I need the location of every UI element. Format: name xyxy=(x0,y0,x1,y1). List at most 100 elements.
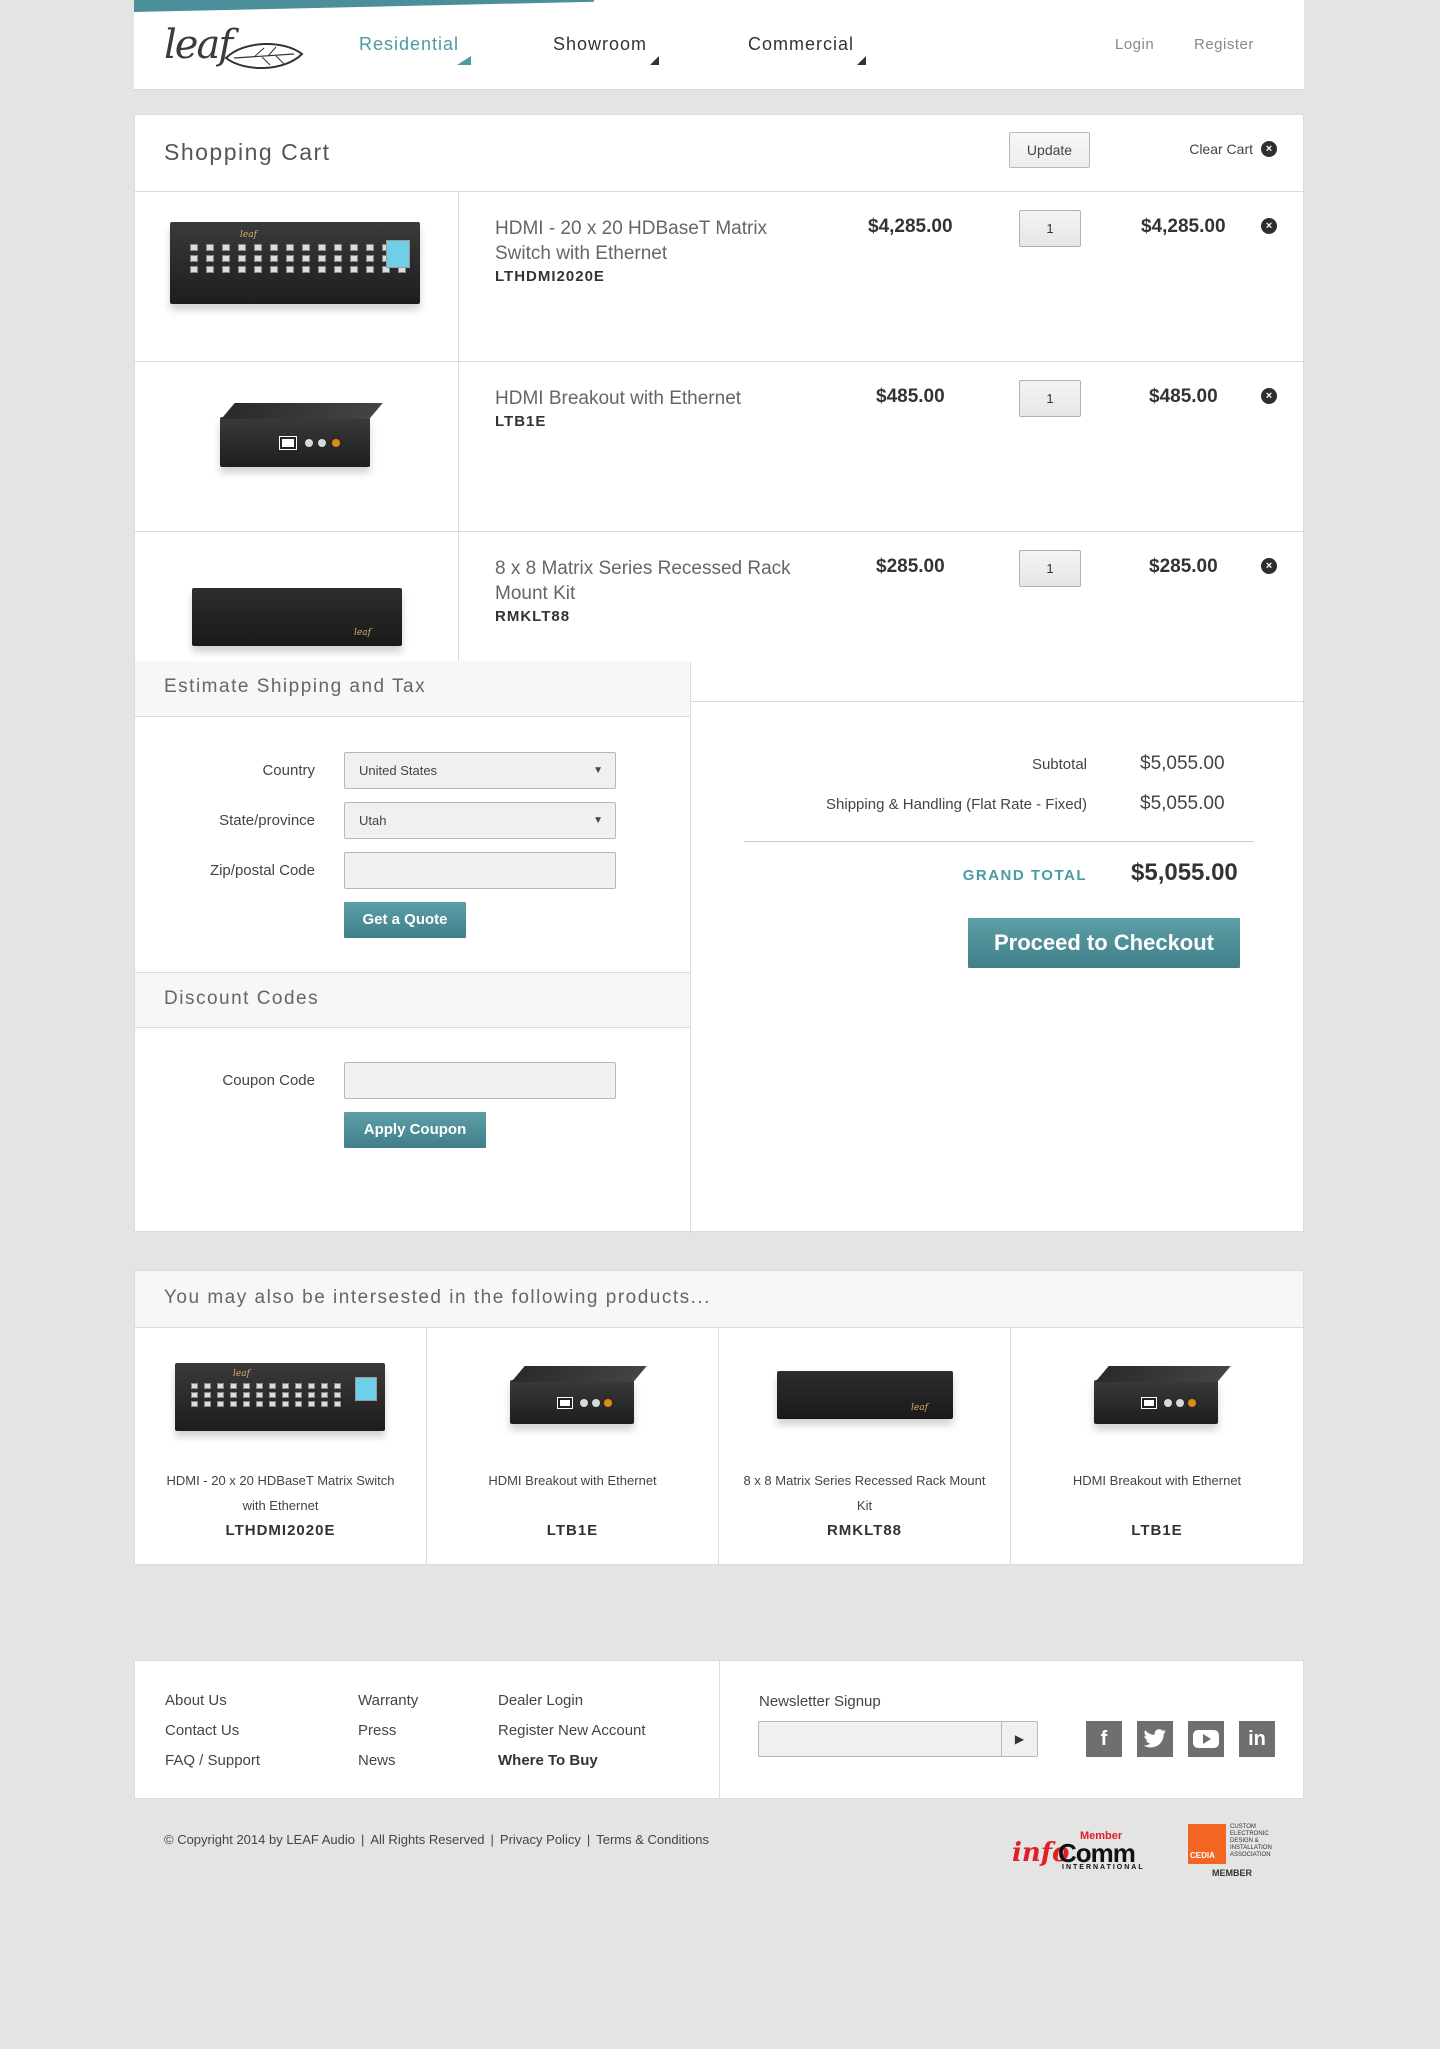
dropdown-arrow-icon: ▼ xyxy=(593,815,603,826)
product-name[interactable]: 8 x 8 Matrix Series Recessed Rack Mount … xyxy=(495,556,805,628)
shipping-label: Shipping & Handling (Flat Rate - Fixed) xyxy=(826,796,1087,813)
remove-item-icon[interactable]: × xyxy=(1261,218,1277,234)
unit-price: $485.00 xyxy=(876,386,945,407)
product-image[interactable]: leaf xyxy=(135,192,459,361)
cart-header: Shopping Cart Update Clear Cart × xyxy=(135,115,1303,192)
register-link[interactable]: Register xyxy=(1194,36,1254,53)
play-arrow-icon: ▶ xyxy=(1014,1732,1025,1746)
related-product-card[interactable]: HDMI Breakout with Ethernet LTB1E xyxy=(1011,1328,1303,1565)
footer-link-news[interactable]: News xyxy=(358,1752,396,1769)
cart-row: leaf HDMI - 20 x 20 HDBaseT Matrix Switc… xyxy=(135,192,1303,362)
footer-link-dealer-login[interactable]: Dealer Login xyxy=(498,1692,583,1709)
rack-mount-kit-image: leaf xyxy=(192,588,402,646)
ethernet-port xyxy=(279,436,297,450)
footer-link-register-account[interactable]: Register New Account xyxy=(498,1722,646,1739)
related-product-card[interactable]: leaf 8 x 8 Matrix Series Recessed Rack M… xyxy=(719,1328,1011,1565)
related-product-name[interactable]: HDMI - 20 x 20 HDBaseT Matrix Switch wit… xyxy=(155,1468,406,1518)
newsletter-input[interactable]: ▶ xyxy=(758,1721,1038,1757)
product-logo: leaf xyxy=(911,1403,928,1413)
twitter-icon[interactable] xyxy=(1137,1721,1173,1757)
lcd-screen xyxy=(355,1377,377,1401)
related-product-name[interactable]: HDMI Breakout with Ethernet xyxy=(1031,1468,1283,1493)
product-logo: leaf xyxy=(240,230,257,240)
quantity-input[interactable]: 1 xyxy=(1019,210,1081,247)
related-product-card[interactable]: leaf HDMI - 20 x 20 HDBaseT Matrix Switc… xyxy=(135,1328,427,1565)
nav-corner-icon xyxy=(457,56,472,65)
cedia-badge: CEDIA xyxy=(1188,1824,1226,1864)
footer-link-press[interactable]: Press xyxy=(358,1722,396,1739)
apply-coupon-button[interactable]: Apply Coupon xyxy=(344,1112,486,1148)
get-quote-button[interactable]: Get a Quote xyxy=(344,902,466,938)
state-label: State/province xyxy=(219,812,315,829)
coupon-input[interactable] xyxy=(344,1062,616,1099)
line-total: $4,285.00 xyxy=(1141,216,1226,237)
newsletter-label: Newsletter Signup xyxy=(759,1693,881,1710)
related-product-name[interactable]: HDMI Breakout with Ethernet xyxy=(447,1468,698,1493)
subtotal-value: $5,055.00 xyxy=(1140,753,1225,774)
breakout-box-image xyxy=(510,1380,634,1424)
related-products-panel: You may also be intersested in the follo… xyxy=(134,1270,1304,1565)
section-header: Discount Codes xyxy=(135,972,690,1028)
footer-link-warranty[interactable]: Warranty xyxy=(358,1692,418,1709)
cart-row: HDMI Breakout with Ethernet LTB1E $485.0… xyxy=(135,362,1303,532)
coupon-label: Coupon Code xyxy=(222,1072,315,1089)
related-product-card[interactable]: HDMI Breakout with Ethernet LTB1E xyxy=(427,1328,719,1565)
close-circle-icon: × xyxy=(1261,141,1277,157)
youtube-icon[interactable] xyxy=(1188,1721,1224,1757)
related-product-sku: LTB1E xyxy=(1131,1522,1183,1539)
product-name[interactable]: HDMI Breakout with Ethernet LTB1E xyxy=(495,386,805,433)
linkedin-icon[interactable]: in xyxy=(1239,1721,1275,1757)
leaf-logo[interactable]: leaf xyxy=(164,22,304,74)
update-button[interactable]: Update xyxy=(1009,132,1090,168)
quantity-input[interactable]: 1 xyxy=(1019,380,1081,417)
login-link[interactable]: Login xyxy=(1115,36,1154,53)
section-header: Estimate Shipping and Tax xyxy=(135,661,690,717)
infocomm-member-logo: Member info Comm INTERNATIONAL xyxy=(1012,1830,1145,1871)
matrix-switch-image: leaf xyxy=(175,1363,385,1431)
zip-input[interactable] xyxy=(344,852,616,889)
footer-link-about[interactable]: About Us xyxy=(165,1692,227,1709)
zip-label: Zip/postal Code xyxy=(209,862,315,879)
grand-total-label: GRAND TOTAL xyxy=(962,867,1087,884)
nav-commercial[interactable]: Commercial xyxy=(748,34,867,65)
footer-link-faq[interactable]: FAQ / Support xyxy=(165,1752,260,1769)
lcd-screen xyxy=(386,240,410,268)
product-sku: RMKLT88 xyxy=(495,608,571,625)
quantity-input[interactable]: 1 xyxy=(1019,550,1081,587)
port-grid xyxy=(190,244,406,273)
facebook-icon[interactable]: f xyxy=(1086,1721,1122,1757)
leaf-icon xyxy=(224,43,304,69)
copyright-bar: © Copyright 2014 by LEAF Audio | All Right… xyxy=(164,1832,709,1847)
line-total: $285.00 xyxy=(1149,556,1218,577)
product-image[interactable] xyxy=(135,362,459,531)
product-name[interactable]: HDMI - 20 x 20 HDBaseT Matrix Switch wit… xyxy=(495,216,805,288)
newsletter-submit-button[interactable]: ▶ xyxy=(1001,1722,1037,1756)
footer-link-contact[interactable]: Contact Us xyxy=(165,1722,239,1739)
state-select[interactable]: Utah ▼ xyxy=(344,802,616,839)
page-title: Shopping Cart xyxy=(164,139,331,165)
country-select[interactable]: United States ▼ xyxy=(344,752,616,789)
port-grid xyxy=(191,1383,341,1407)
privacy-policy-link[interactable]: Privacy Policy xyxy=(500,1832,581,1847)
nav-corner-icon xyxy=(857,56,867,65)
country-label: Country xyxy=(262,762,315,779)
grand-total-value: $5,055.00 xyxy=(1131,859,1238,886)
clear-cart-button[interactable]: Clear Cart × xyxy=(1189,141,1277,157)
remove-item-icon[interactable]: × xyxy=(1261,558,1277,574)
related-product-sku: RMKLT88 xyxy=(826,1522,903,1539)
nav-showroom[interactable]: Showroom xyxy=(553,34,660,65)
proceed-to-checkout-button[interactable]: Proceed to Checkout xyxy=(968,918,1240,968)
totals-divider xyxy=(744,841,1254,842)
footer-link-where-to-buy[interactable]: Where To Buy xyxy=(498,1752,598,1769)
dropdown-arrow-icon: ▼ xyxy=(593,765,603,776)
product-logo: leaf xyxy=(233,1369,250,1379)
related-product-name[interactable]: 8 x 8 Matrix Series Recessed Rack Mount … xyxy=(739,1468,990,1518)
related-product-sku: LTB1E xyxy=(546,1522,599,1539)
nav-residential[interactable]: Residential xyxy=(359,34,472,65)
unit-price: $4,285.00 xyxy=(868,216,953,237)
ethernet-port xyxy=(1141,1397,1157,1409)
subtotal-label: Subtotal xyxy=(1031,756,1087,773)
remove-item-icon[interactable]: × xyxy=(1261,388,1277,404)
terms-link[interactable]: Terms & Conditions xyxy=(596,1832,709,1847)
section-header: You may also be intersested in the follo… xyxy=(135,1271,1303,1328)
